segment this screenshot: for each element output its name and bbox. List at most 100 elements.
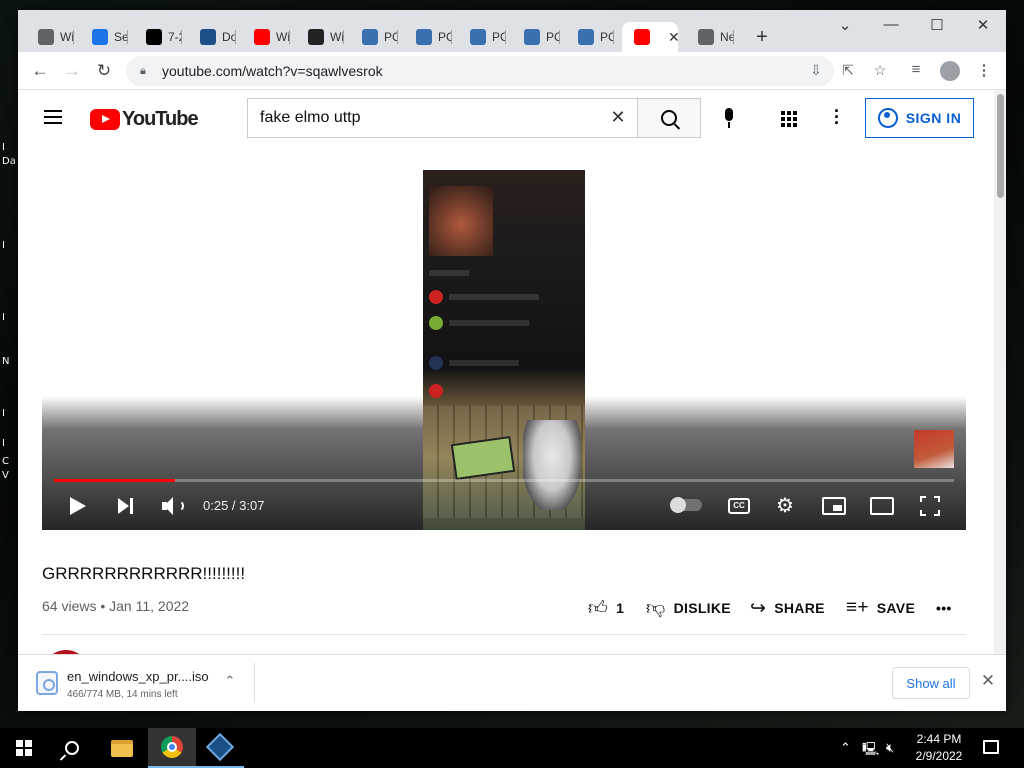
more-actions-button[interactable]: ••• bbox=[936, 590, 952, 626]
miniplayer-icon[interactable] bbox=[822, 497, 846, 515]
tab-9[interactable]: PC bbox=[458, 22, 506, 52]
tab-title: PC bbox=[492, 30, 506, 44]
save-label: SAVE bbox=[876, 600, 916, 616]
pcgamingwiki-icon bbox=[470, 29, 486, 45]
close-window-button[interactable]: ✕ bbox=[968, 16, 998, 34]
tab-title: Ne bbox=[720, 30, 734, 44]
share-page-icon[interactable]: ⇱ bbox=[838, 62, 858, 79]
tab-5[interactable]: Wi bbox=[242, 22, 290, 52]
like-button[interactable]: 👍︎ 1 bbox=[588, 590, 624, 626]
forward-button[interactable]: → bbox=[60, 60, 84, 82]
start-button[interactable] bbox=[0, 728, 48, 768]
action-center-icon[interactable] bbox=[983, 740, 999, 754]
next-icon[interactable] bbox=[118, 498, 136, 514]
search-button[interactable] bbox=[637, 98, 701, 138]
tab-title: Do bbox=[222, 30, 236, 44]
network-icon[interactable]: 🖳︎ bbox=[862, 740, 879, 762]
windows-taskbar: ⌃ 🖳︎ 🔇︎ 2:44 PM 2/9/2022 bbox=[0, 728, 1024, 768]
settings-kebab-icon[interactable]: · · · bbox=[830, 102, 844, 132]
profile-avatar[interactable] bbox=[940, 61, 960, 81]
section-divider bbox=[42, 634, 966, 635]
menu-hamburger-icon[interactable] bbox=[44, 110, 62, 124]
pcgamingwiki-icon bbox=[362, 29, 378, 45]
search-input[interactable]: fake elmo uttp ✕ bbox=[247, 98, 637, 138]
voice-search-icon[interactable] bbox=[720, 108, 738, 128]
download-filename[interactable]: en_windows_xp_pr....iso bbox=[67, 669, 209, 684]
address-bar[interactable]: 🔒︎ youtube.com/watch?v=sqawlvesrok bbox=[126, 56, 834, 86]
like-count: 1 bbox=[616, 600, 625, 616]
autoplay-toggle[interactable] bbox=[670, 497, 702, 513]
tab-title: Wi bbox=[276, 30, 290, 44]
chrome-icon bbox=[38, 29, 54, 45]
fullscreen-icon[interactable] bbox=[920, 496, 940, 516]
tab-title: 7-2 bbox=[168, 30, 182, 44]
chrome-taskbar-icon[interactable] bbox=[148, 728, 196, 768]
save-button[interactable]: ≡+ SAVE bbox=[846, 590, 915, 626]
show-all-downloads-button[interactable]: Show all bbox=[892, 667, 970, 699]
pcgamingwiki-icon bbox=[578, 29, 594, 45]
play-icon[interactable] bbox=[70, 497, 86, 515]
tab-title: Wi bbox=[330, 30, 344, 44]
lock-icon: 🔒︎ bbox=[140, 64, 146, 77]
apps-grid-icon[interactable] bbox=[781, 111, 797, 127]
sign-in-button[interactable]: SIGN IN bbox=[865, 98, 974, 138]
tab-search-icon[interactable]: ⌄ bbox=[830, 16, 860, 34]
7zip-icon bbox=[146, 29, 162, 45]
tab-11[interactable]: PC bbox=[566, 22, 614, 52]
theater-mode-icon[interactable] bbox=[870, 497, 894, 515]
tab-4[interactable]: Do bbox=[188, 22, 236, 52]
tab-7[interactable]: PC bbox=[350, 22, 398, 52]
search-bar: fake elmo uttp ✕ bbox=[247, 98, 701, 138]
youtube-page: YouTube fake elmo uttp ✕ · · · SIGN IN 0… bbox=[18, 90, 994, 654]
volume-icon[interactable] bbox=[162, 497, 184, 515]
video-frame[interactable] bbox=[423, 170, 585, 530]
show-hidden-icons-chevron[interactable]: ⌃ bbox=[840, 740, 851, 756]
tab-title: Wi bbox=[60, 30, 74, 44]
tab-2[interactable]: Se bbox=[80, 22, 128, 52]
taskbar-search-icon[interactable] bbox=[48, 728, 96, 768]
tab-1[interactable]: Wi bbox=[26, 22, 74, 52]
tab-3[interactable]: 7-2 bbox=[134, 22, 182, 52]
thumbs-up-icon: 👍︎ bbox=[588, 597, 609, 619]
clock[interactable]: 2:44 PM 2/9/2022 bbox=[912, 731, 966, 765]
tab-13[interactable]: Ne bbox=[686, 22, 734, 52]
url-text: youtube.com/watch?v=sqawlvesrok bbox=[162, 63, 383, 79]
maximize-button[interactable]: ☐ bbox=[922, 16, 952, 34]
file-explorer-icon[interactable] bbox=[98, 728, 146, 768]
volume-muted-icon[interactable]: 🔇︎ bbox=[886, 740, 894, 756]
bookmark-star-icon[interactable]: ☆ bbox=[870, 62, 890, 79]
minimize-button[interactable]: — bbox=[876, 16, 906, 33]
new-tab-button[interactable]: + bbox=[751, 26, 773, 49]
clock-date: 2/9/2022 bbox=[915, 749, 963, 763]
close-download-shelf-icon[interactable]: ✕ bbox=[978, 671, 998, 691]
virtualbox-taskbar-icon[interactable] bbox=[196, 728, 244, 768]
tab-6[interactable]: Wi bbox=[296, 22, 344, 52]
tab-12[interactable]: ✕ bbox=[622, 22, 678, 52]
chrome-menu-icon[interactable]: ⋮ bbox=[974, 61, 994, 79]
thumbs-down-icon: 👎︎ bbox=[646, 597, 666, 619]
browser-toolbar: ← → ↻ 🔒︎ youtube.com/watch?v=sqawlvesrok… bbox=[18, 52, 1006, 90]
youtube-logo[interactable]: YouTube bbox=[90, 108, 199, 131]
install-app-icon[interactable]: ⇩ bbox=[806, 62, 826, 79]
share-button[interactable]: ↪ SHARE bbox=[750, 590, 825, 626]
reading-list-icon[interactable]: ≡ bbox=[906, 61, 926, 78]
video-player[interactable]: 0:25 / 3:07 CC ⚙ bbox=[42, 170, 966, 530]
reload-button[interactable]: ↻ bbox=[92, 60, 116, 82]
close-tab-icon[interactable]: ✕ bbox=[668, 29, 678, 46]
clear-search-icon[interactable]: ✕ bbox=[607, 107, 629, 128]
youtube-header: YouTube fake elmo uttp ✕ · · · SIGN IN bbox=[18, 90, 994, 146]
tab-10[interactable]: PC bbox=[512, 22, 560, 52]
dislike-button[interactable]: 👎︎ DISLIKE bbox=[646, 590, 731, 626]
tab-title: PC bbox=[546, 30, 560, 44]
chrome-window: Wi Se 7-2 Do Wi Wi PC PC PC PC PC ✕ Ne + ⌄ — ☐ ✕ ← →… bbox=[18, 10, 1006, 711]
end-card-thumbnail[interactable] bbox=[914, 430, 954, 468]
settings-gear-icon[interactable]: ⚙ bbox=[776, 496, 794, 516]
tab-8[interactable]: PC bbox=[404, 22, 452, 52]
back-button[interactable]: ← bbox=[28, 60, 52, 82]
gear-icon bbox=[92, 29, 108, 45]
captions-icon[interactable]: CC bbox=[728, 498, 750, 514]
page-scrollbar[interactable] bbox=[994, 90, 1006, 654]
chevron-up-icon[interactable]: ⌃ bbox=[222, 673, 238, 689]
youtube-logo-text: YouTube bbox=[122, 108, 199, 130]
progress-bar[interactable] bbox=[54, 479, 954, 482]
